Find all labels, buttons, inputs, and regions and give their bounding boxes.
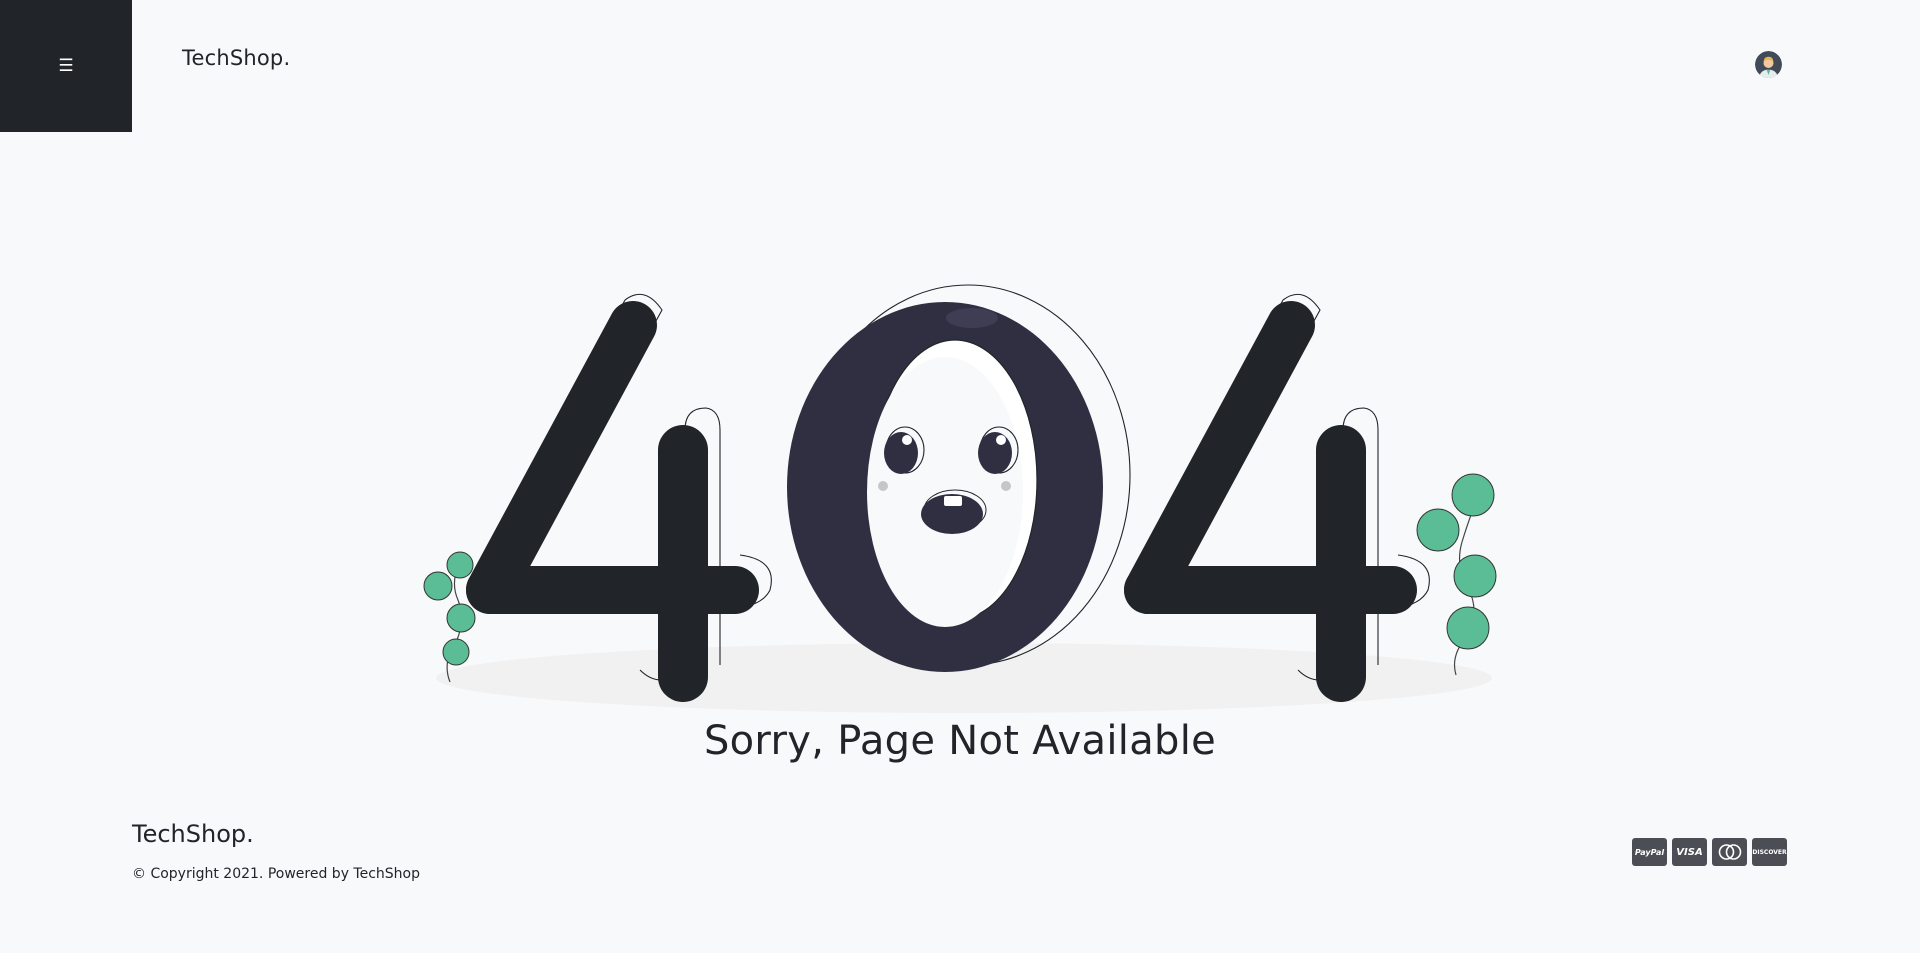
footer-brand-logo[interactable]: TechShop. [132, 820, 254, 848]
menu-toggle-button[interactable]: ☰ [0, 0, 132, 132]
zero-digit [787, 284, 1131, 672]
left-plant-icon [423, 551, 476, 683]
right-four-digit [1124, 301, 1417, 702]
hamburger-icon: ☰ [58, 55, 74, 76]
error-message: Sorry, Page Not Available [703, 718, 1217, 764]
paypal-icon: PayPal [1632, 838, 1667, 866]
payment-methods: PayPal VISA DISCOVER [1632, 838, 1787, 866]
404-illustration [423, 284, 1497, 713]
user-avatar[interactable] [1755, 51, 1782, 78]
mastercard-icon [1712, 838, 1747, 866]
left-four-digit [466, 301, 759, 702]
copyright-text: © Copyright 2021. Powered by TechShop [132, 866, 420, 882]
user-avatar-icon [1755, 51, 1782, 78]
discover-icon: DISCOVER [1752, 838, 1787, 866]
visa-icon: VISA [1672, 838, 1707, 866]
header-brand-logo[interactable]: TechShop. [182, 46, 290, 70]
page: ☰ TechShop. Sorry, Page Not Available Te… [0, 0, 1920, 953]
